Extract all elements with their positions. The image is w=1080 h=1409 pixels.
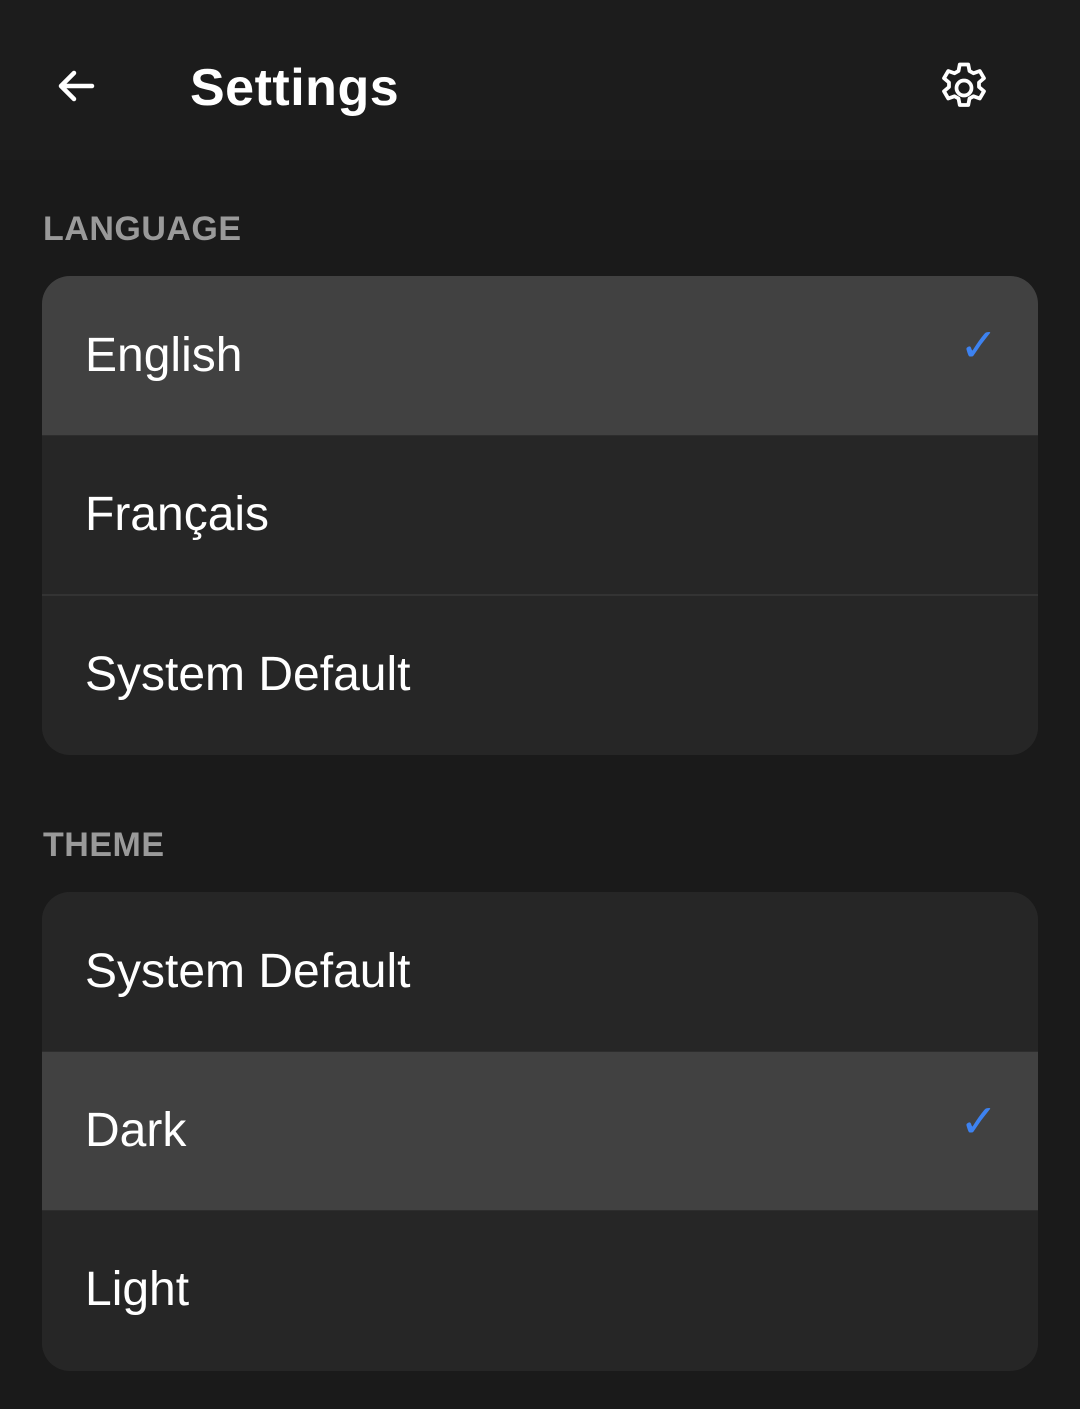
page-title: Settings [190, 59, 400, 117]
settings-button[interactable] [928, 52, 1000, 124]
language-section-header: LANGUAGE [43, 210, 242, 248]
top-app-bar: Settings [0, 0, 1080, 160]
checkmark-icon: ✓ [959, 319, 998, 371]
option-label: Light [85, 1263, 190, 1316]
theme-option-dark[interactable]: Dark ✓ [42, 1051, 1038, 1210]
option-label: Dark [85, 1104, 187, 1157]
language-option-english[interactable]: English ✓ [42, 276, 1038, 435]
option-label: System Default [85, 944, 411, 998]
back-button[interactable] [44, 54, 108, 118]
language-options-list: English ✓ Français System Default [42, 276, 1038, 755]
theme-option-system-default[interactable]: System Default [42, 892, 1038, 1051]
option-label: System Default [85, 647, 411, 701]
arrow-left-icon [58, 70, 95, 102]
gear-icon [942, 62, 986, 107]
checkmark-icon: ✓ [959, 1095, 998, 1147]
theme-section-header: THEME [43, 826, 165, 864]
language-option-francais[interactable]: Français [42, 435, 1038, 594]
option-label: English [85, 328, 243, 382]
theme-option-light[interactable]: Light [42, 1210, 1038, 1369]
language-option-system-default[interactable]: System Default [42, 594, 1038, 753]
option-label: Français [85, 488, 270, 541]
theme-options-list: System Default Dark ✓ Light [42, 892, 1038, 1371]
